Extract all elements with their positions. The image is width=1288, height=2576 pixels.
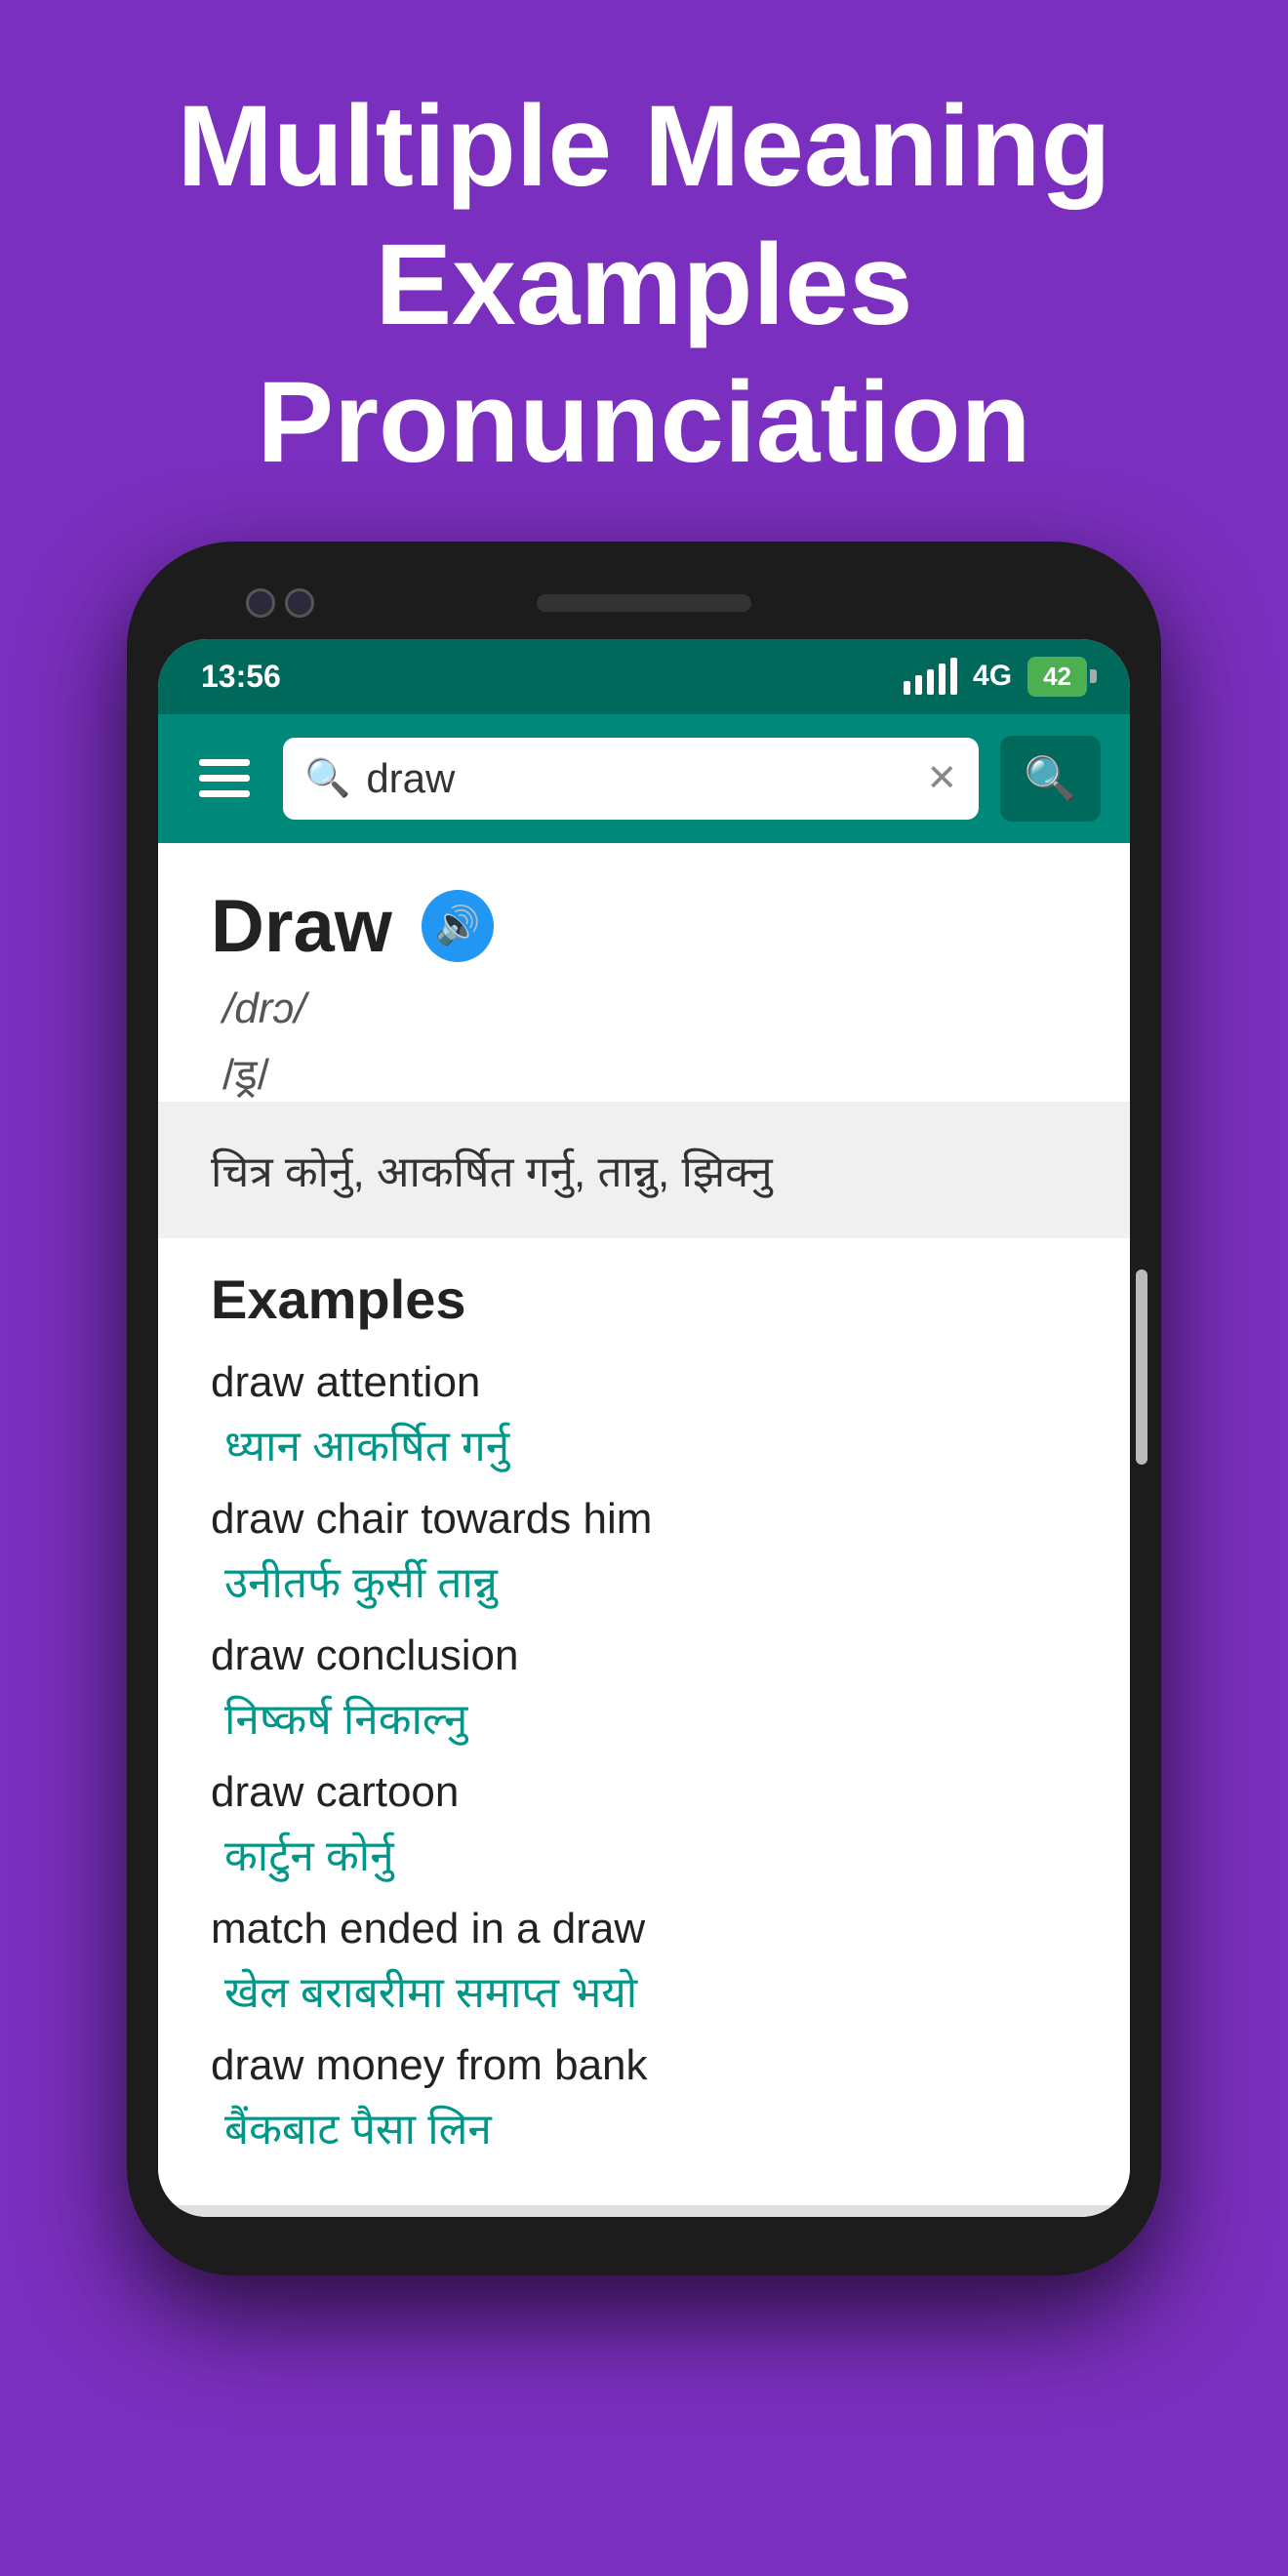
example-en-5: match ended in a draw [211,1905,1077,1953]
header-title: Multiple Meaning Examples Pronunciation [59,78,1229,493]
sound-icon: 🔊 [434,905,480,947]
search-input[interactable]: draw [366,755,910,802]
phone-notch [158,579,1130,627]
example-item-4: draw cartoon कार्टुन कोर्नु [211,1768,1077,1883]
examples-section: Examples draw attention ध्यान आकर्षित गर… [158,1238,1130,2205]
phone-camera-right [285,588,314,618]
pronunciation-en: /drɔ/ [222,985,1077,1033]
network-label: 4G [973,660,1012,693]
pronunciation-ne: /ड्र/ [222,1043,1077,1102]
battery-icon: 42 [1027,657,1087,697]
toolbar: 🔍 draw ✕ 🔍 [158,714,1130,843]
phone-speaker [537,594,751,612]
phone-outer: 13:56 4G 42 [127,542,1161,2275]
example-en-4: draw cartoon [211,1768,1077,1817]
menu-line-3 [199,790,250,797]
search-icon: 🔍 [304,757,350,800]
example-ne-2: उनीतर्फ कुर्सी तान्नु [224,1551,1077,1610]
word-title: Draw [211,884,392,969]
phone-container: 13:56 4G 42 [0,542,1288,2275]
meaning-section: चित्र कोर्नु, आकर्षित गर्नु, तान्नु, झिक… [158,1111,1130,1228]
signal-icon [904,658,957,695]
status-bar: 13:56 4G 42 [158,639,1130,714]
meaning-text: चित्र कोर्नु, आकर्षित गर्नु, तान्नु, झिक… [211,1148,773,1196]
clear-icon[interactable]: ✕ [926,756,957,800]
example-ne-3: निष्कर्ष निकाल्नु [224,1688,1077,1747]
menu-line-2 [199,775,250,782]
menu-line-1 [199,759,250,766]
header-section: Multiple Meaning Examples Pronunciation [0,0,1288,542]
example-ne-4: कार्टुन कोर्नु [224,1825,1077,1883]
sound-button[interactable]: 🔊 [422,890,494,962]
scroll-indicator [158,2205,1130,2217]
status-right: 4G 42 [904,657,1087,697]
content-area: Draw 🔊 /drɔ/ /ड्र/ [158,843,1130,1102]
example-item-3: draw conclusion निष्कर्ष निकाल्नु [211,1631,1077,1747]
example-ne-5: खेल बराबरीमा समाप्त भयो [224,1961,1077,2020]
phone-screen: 13:56 4G 42 [158,639,1130,2217]
example-en-6: draw money from bank [211,2041,1077,2090]
example-item-5: match ended in a draw खेल बराबरीमा समाप्… [211,1905,1077,2020]
word-header: Draw 🔊 [211,884,1077,969]
example-item-2: draw chair towards him उनीतर्फ कुर्सी ता… [211,1495,1077,1610]
search-btn-icon: 🔍 [1024,753,1077,804]
search-box: 🔍 draw ✕ [283,738,979,820]
example-item-6: draw money from bank बैंकबाट पैसा लिन [211,2041,1077,2156]
example-item-1: draw attention ध्यान आकर्षित गर्नु [211,1358,1077,1473]
phone-camera-left [246,588,275,618]
example-en-3: draw conclusion [211,1631,1077,1680]
menu-button[interactable] [187,751,262,805]
examples-title: Examples [211,1268,1077,1331]
search-button[interactable]: 🔍 [1000,736,1101,822]
example-en-1: draw attention [211,1358,1077,1407]
example-ne-6: बैंकबाट पैसा लिन [224,2098,1077,2156]
example-en-2: draw chair towards him [211,1495,1077,1544]
example-ne-1: ध्यान आकर्षित गर्नु [224,1415,1077,1473]
status-time: 13:56 [201,659,281,695]
side-scroll [1136,1269,1147,1465]
